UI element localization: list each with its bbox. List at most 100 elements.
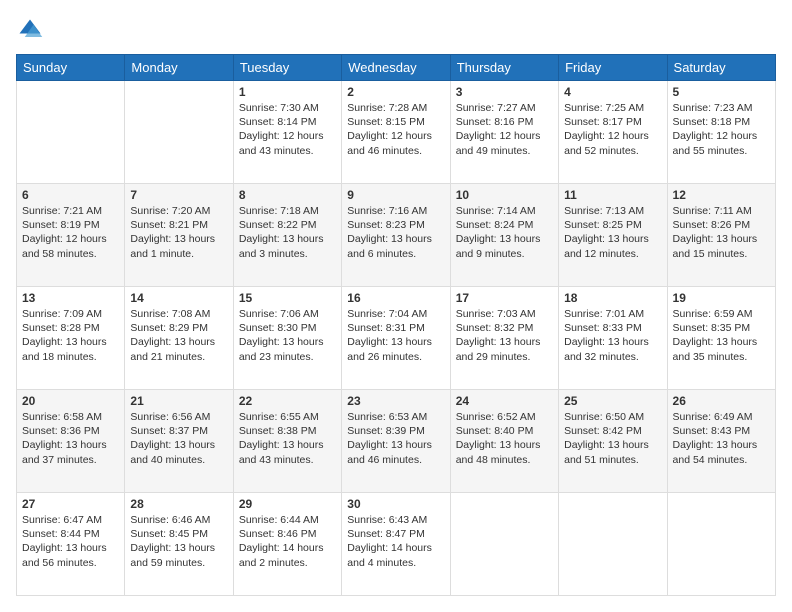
day-number: 7 xyxy=(130,188,227,202)
calendar-week-row: 13 Sunrise: 7:09 AM Sunset: 8:28 PM Dayl… xyxy=(17,287,776,390)
day-number: 19 xyxy=(673,291,770,305)
calendar-cell: 22 Sunrise: 6:55 AM Sunset: 8:38 PM Dayl… xyxy=(233,390,341,493)
sunrise-text: Sunrise: 6:46 AM xyxy=(130,513,227,527)
daylight-text: Daylight: 12 hours xyxy=(673,129,770,143)
daylight-text: Daylight: 13 hours xyxy=(130,335,227,349)
calendar-cell: 10 Sunrise: 7:14 AM Sunset: 8:24 PM Dayl… xyxy=(450,184,558,287)
day-number: 8 xyxy=(239,188,336,202)
daylight-text: Daylight: 13 hours xyxy=(22,438,119,452)
sunset-text: Sunset: 8:32 PM xyxy=(456,321,553,335)
daylight-text-cont: and 4 minutes. xyxy=(347,556,444,570)
daylight-text: Daylight: 13 hours xyxy=(347,438,444,452)
sunrise-text: Sunrise: 6:55 AM xyxy=(239,410,336,424)
logo-icon xyxy=(16,16,44,44)
day-number: 13 xyxy=(22,291,119,305)
sunset-text: Sunset: 8:21 PM xyxy=(130,218,227,232)
sunset-text: Sunset: 8:30 PM xyxy=(239,321,336,335)
sunrise-text: Sunrise: 6:58 AM xyxy=(22,410,119,424)
sunset-text: Sunset: 8:23 PM xyxy=(347,218,444,232)
daylight-text-cont: and 35 minutes. xyxy=(673,350,770,364)
daylight-text: Daylight: 13 hours xyxy=(130,232,227,246)
sunrise-text: Sunrise: 7:28 AM xyxy=(347,101,444,115)
col-wednesday: Wednesday xyxy=(342,55,450,81)
daylight-text: Daylight: 13 hours xyxy=(456,335,553,349)
calendar-header-row: Sunday Monday Tuesday Wednesday Thursday… xyxy=(17,55,776,81)
day-number: 24 xyxy=(456,394,553,408)
calendar-cell xyxy=(667,493,775,596)
daylight-text-cont: and 52 minutes. xyxy=(564,144,661,158)
daylight-text-cont: and 15 minutes. xyxy=(673,247,770,261)
day-number: 18 xyxy=(564,291,661,305)
day-number: 12 xyxy=(673,188,770,202)
sunset-text: Sunset: 8:33 PM xyxy=(564,321,661,335)
day-number: 9 xyxy=(347,188,444,202)
daylight-text-cont: and 18 minutes. xyxy=(22,350,119,364)
calendar-cell: 20 Sunrise: 6:58 AM Sunset: 8:36 PM Dayl… xyxy=(17,390,125,493)
sunrise-text: Sunrise: 7:20 AM xyxy=(130,204,227,218)
sunset-text: Sunset: 8:16 PM xyxy=(456,115,553,129)
sunrise-text: Sunrise: 6:43 AM xyxy=(347,513,444,527)
daylight-text-cont: and 43 minutes. xyxy=(239,144,336,158)
daylight-text: Daylight: 12 hours xyxy=(239,129,336,143)
calendar-table: Sunday Monday Tuesday Wednesday Thursday… xyxy=(16,54,776,596)
sunrise-text: Sunrise: 7:27 AM xyxy=(456,101,553,115)
sunset-text: Sunset: 8:29 PM xyxy=(130,321,227,335)
sunrise-text: Sunrise: 6:56 AM xyxy=(130,410,227,424)
calendar-cell: 17 Sunrise: 7:03 AM Sunset: 8:32 PM Dayl… xyxy=(450,287,558,390)
day-number: 28 xyxy=(130,497,227,511)
sunset-text: Sunset: 8:40 PM xyxy=(456,424,553,438)
day-number: 29 xyxy=(239,497,336,511)
sunrise-text: Sunrise: 7:21 AM xyxy=(22,204,119,218)
calendar-cell: 24 Sunrise: 6:52 AM Sunset: 8:40 PM Dayl… xyxy=(450,390,558,493)
sunrise-text: Sunrise: 7:01 AM xyxy=(564,307,661,321)
header xyxy=(16,16,776,44)
col-thursday: Thursday xyxy=(450,55,558,81)
calendar-cell: 19 Sunrise: 6:59 AM Sunset: 8:35 PM Dayl… xyxy=(667,287,775,390)
calendar-cell: 3 Sunrise: 7:27 AM Sunset: 8:16 PM Dayli… xyxy=(450,81,558,184)
sunset-text: Sunset: 8:39 PM xyxy=(347,424,444,438)
calendar-cell: 11 Sunrise: 7:13 AM Sunset: 8:25 PM Dayl… xyxy=(559,184,667,287)
day-number: 16 xyxy=(347,291,444,305)
daylight-text-cont: and 55 minutes. xyxy=(673,144,770,158)
daylight-text: Daylight: 12 hours xyxy=(22,232,119,246)
daylight-text-cont: and 1 minute. xyxy=(130,247,227,261)
day-number: 3 xyxy=(456,85,553,99)
day-number: 23 xyxy=(347,394,444,408)
sunset-text: Sunset: 8:38 PM xyxy=(239,424,336,438)
calendar-cell: 7 Sunrise: 7:20 AM Sunset: 8:21 PM Dayli… xyxy=(125,184,233,287)
daylight-text: Daylight: 14 hours xyxy=(239,541,336,555)
daylight-text: Daylight: 13 hours xyxy=(22,541,119,555)
calendar-cell: 13 Sunrise: 7:09 AM Sunset: 8:28 PM Dayl… xyxy=(17,287,125,390)
daylight-text-cont: and 2 minutes. xyxy=(239,556,336,570)
calendar-cell: 18 Sunrise: 7:01 AM Sunset: 8:33 PM Dayl… xyxy=(559,287,667,390)
sunrise-text: Sunrise: 7:16 AM xyxy=(347,204,444,218)
day-number: 14 xyxy=(130,291,227,305)
day-number: 2 xyxy=(347,85,444,99)
day-number: 10 xyxy=(456,188,553,202)
daylight-text-cont: and 43 minutes. xyxy=(239,453,336,467)
sunrise-text: Sunrise: 7:18 AM xyxy=(239,204,336,218)
daylight-text-cont: and 40 minutes. xyxy=(130,453,227,467)
day-number: 1 xyxy=(239,85,336,99)
sunset-text: Sunset: 8:14 PM xyxy=(239,115,336,129)
daylight-text-cont: and 26 minutes. xyxy=(347,350,444,364)
sunrise-text: Sunrise: 6:47 AM xyxy=(22,513,119,527)
daylight-text-cont: and 9 minutes. xyxy=(456,247,553,261)
daylight-text-cont: and 46 minutes. xyxy=(347,144,444,158)
daylight-text: Daylight: 13 hours xyxy=(130,438,227,452)
daylight-text-cont: and 49 minutes. xyxy=(456,144,553,158)
calendar-cell: 9 Sunrise: 7:16 AM Sunset: 8:23 PM Dayli… xyxy=(342,184,450,287)
daylight-text-cont: and 32 minutes. xyxy=(564,350,661,364)
day-number: 25 xyxy=(564,394,661,408)
page: Sunday Monday Tuesday Wednesday Thursday… xyxy=(0,0,792,612)
sunrise-text: Sunrise: 7:06 AM xyxy=(239,307,336,321)
sunset-text: Sunset: 8:17 PM xyxy=(564,115,661,129)
daylight-text-cont: and 46 minutes. xyxy=(347,453,444,467)
sunrise-text: Sunrise: 6:52 AM xyxy=(456,410,553,424)
sunset-text: Sunset: 8:42 PM xyxy=(564,424,661,438)
sunset-text: Sunset: 8:25 PM xyxy=(564,218,661,232)
calendar-cell: 26 Sunrise: 6:49 AM Sunset: 8:43 PM Dayl… xyxy=(667,390,775,493)
daylight-text-cont: and 6 minutes. xyxy=(347,247,444,261)
col-saturday: Saturday xyxy=(667,55,775,81)
calendar-cell: 4 Sunrise: 7:25 AM Sunset: 8:17 PM Dayli… xyxy=(559,81,667,184)
